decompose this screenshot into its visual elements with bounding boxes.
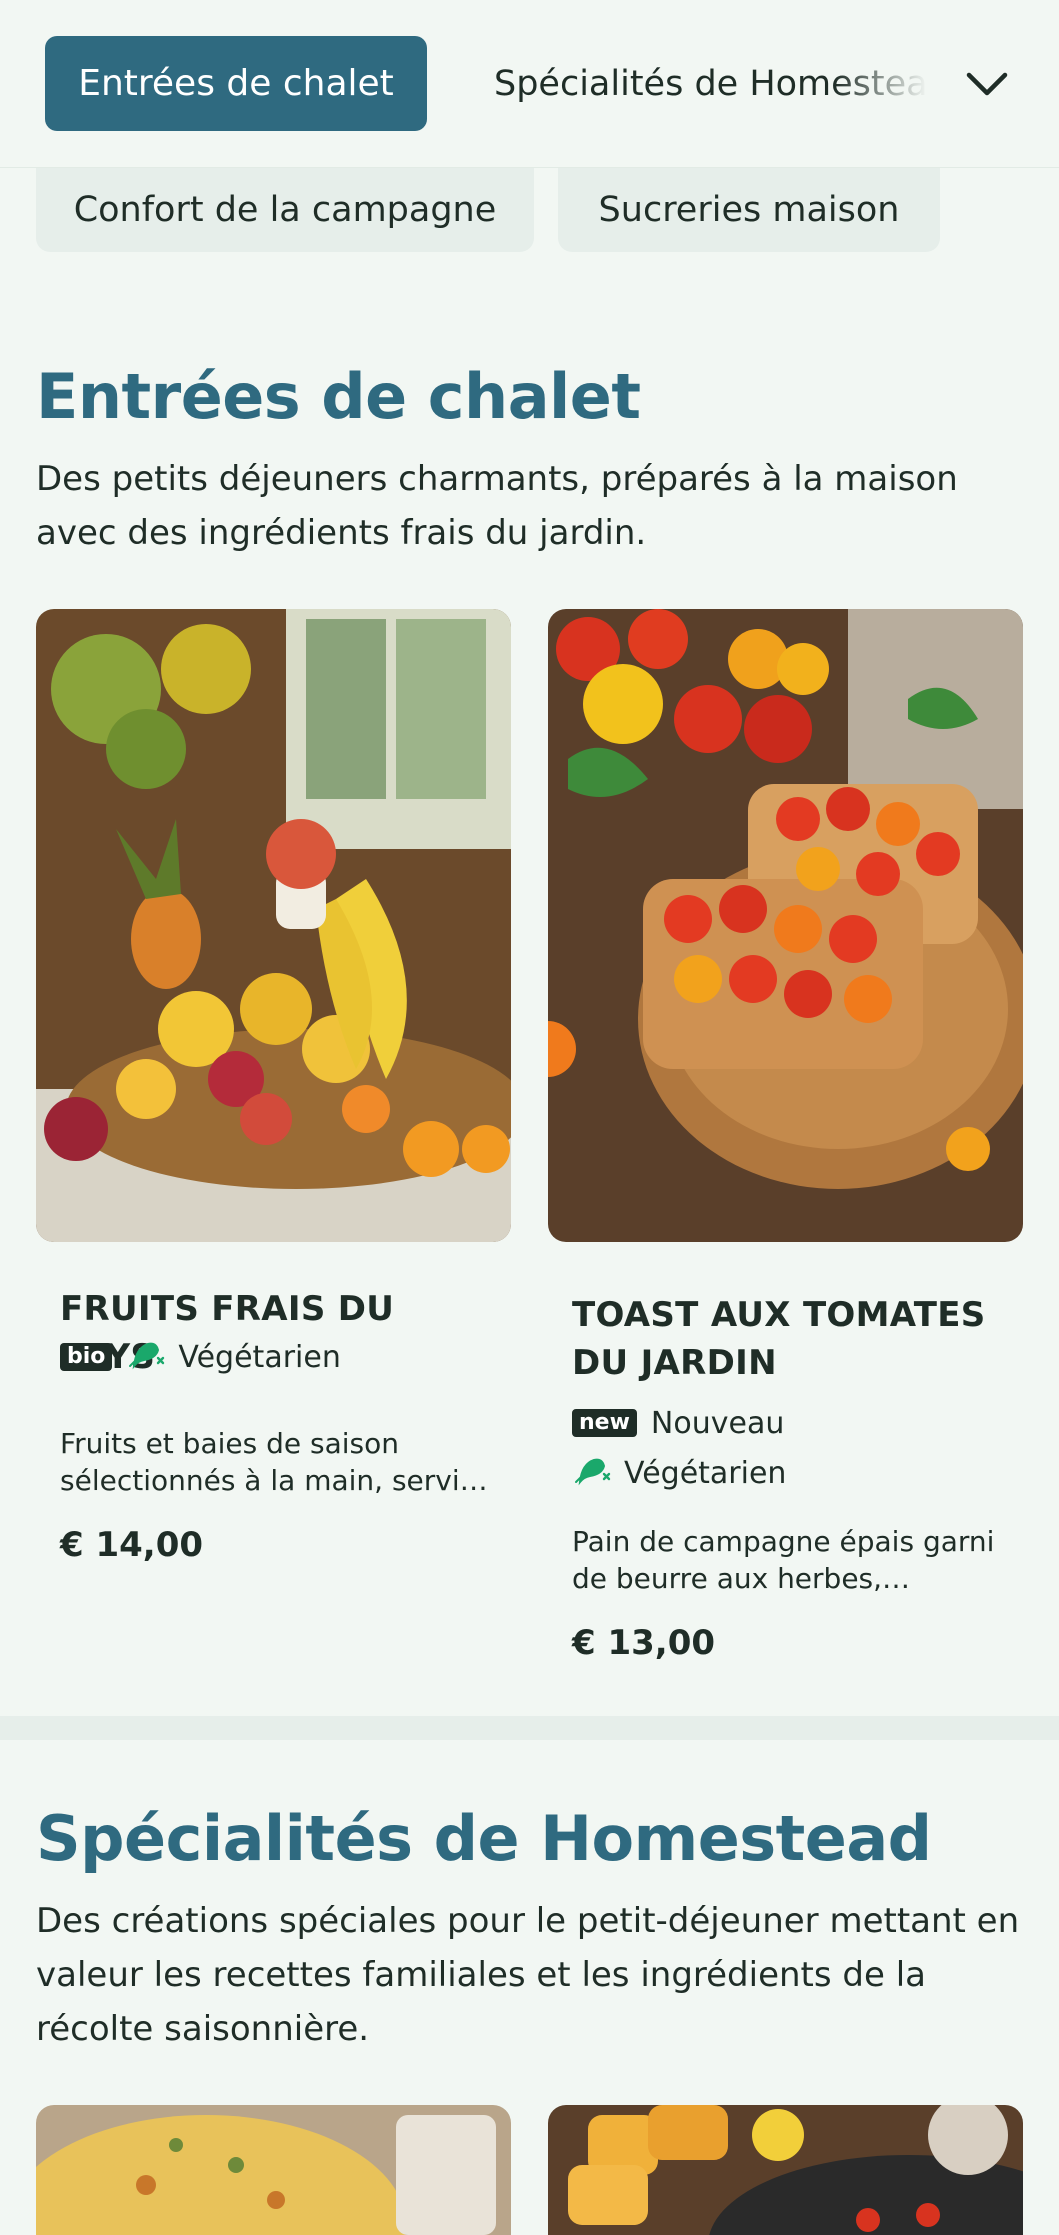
menu-card-toast[interactable]: TOAST AUX TOMATES DU JARDIN new Nouveau … xyxy=(548,609,1023,1689)
diet-label: Végétarien xyxy=(624,1455,787,1491)
section-title: Spécialités de Homestead xyxy=(36,1802,932,1875)
vegetarian-icon xyxy=(126,1336,166,1378)
menu-item-description: Fruits et baies de saison sélectionnés à… xyxy=(60,1427,475,1497)
section-description: Des petits déjeuners charmants, préparés… xyxy=(36,459,958,553)
menu-item-tags: Végétarien xyxy=(572,1453,786,1493)
menu-item-tags: bio Végétarien xyxy=(60,1337,341,1377)
menu-card-skillet[interactable] xyxy=(548,2105,1023,2235)
category-tab-sucreries[interactable]: Sucreries maison xyxy=(558,168,940,252)
menu-item-price: € 14,00 xyxy=(60,1525,204,1565)
vegetarian-icon xyxy=(572,1452,612,1494)
new-badge: new xyxy=(572,1409,637,1437)
menu-card-quiche[interactable] xyxy=(36,2105,511,2235)
tomato-toast-photo xyxy=(548,609,1023,1242)
bio-badge: bio xyxy=(60,1343,113,1371)
menu-item-description: Pain de campagne épais garni de beurre a… xyxy=(572,1525,995,1595)
fruit-basket-photo xyxy=(36,609,511,1242)
section-divider xyxy=(0,1716,1059,1740)
diet-label: Végétarien xyxy=(178,1339,341,1375)
quiche-photo xyxy=(36,2105,511,2235)
new-label: Nouveau xyxy=(650,1405,785,1441)
category-tab-confort[interactable]: Confort de la campagne xyxy=(36,168,534,252)
menu-card-fruits[interactable]: FRUITS FRAIS DU PAYS bio Végétarien Frui… xyxy=(36,609,511,1589)
category-tab-specialites[interactable]: Spécialités de Homestead xyxy=(494,58,944,110)
category-tab-entrees[interactable]: Entrées de chalet xyxy=(45,36,427,131)
menu-item-new-tag: new Nouveau xyxy=(572,1403,784,1443)
skillet-potatoes-photo xyxy=(548,2105,1023,2235)
menu-item-price: € 13,00 xyxy=(572,1623,716,1663)
overflow-fade xyxy=(834,58,944,110)
chevron-down-icon[interactable] xyxy=(960,60,1014,108)
category-nav: Entrées de chalet Spécialités de Homeste… xyxy=(0,0,1059,168)
section-title: Entrées de chalet xyxy=(36,360,641,433)
section-description: Des créations spéciales pour le petit-dé… xyxy=(36,1901,1020,2049)
menu-item-name: TOAST AUX TOMATES DU JARDIN xyxy=(572,1295,986,1383)
